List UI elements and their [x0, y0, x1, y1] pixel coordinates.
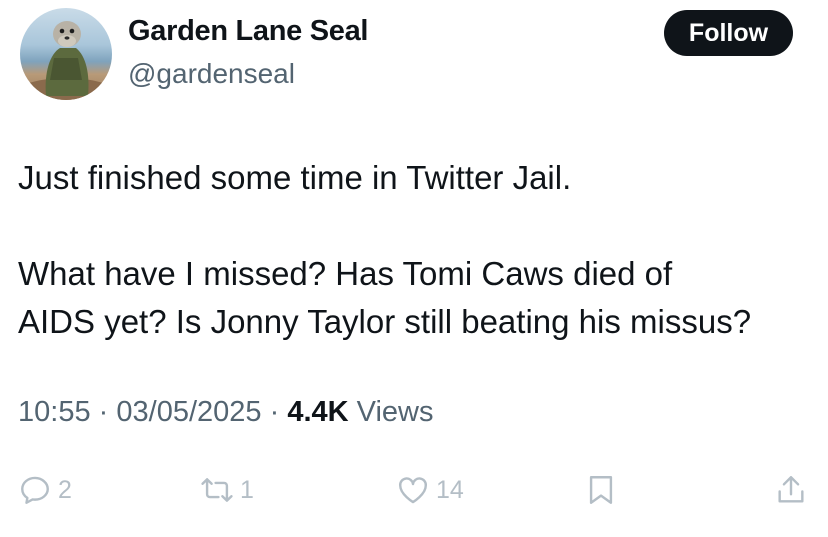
repost-count: 1 — [240, 475, 254, 504]
tweet-metadata: 10:55 · 03/05/2025 · 4.4K Views — [18, 396, 434, 429]
views-label: Views — [356, 396, 434, 428]
tweet-text-line: Just finished some time in Twitter Jail. — [18, 159, 572, 196]
action-bar: 2 1 14 — [0, 470, 828, 510]
bookmark-button[interactable] — [584, 470, 618, 510]
bookmark-icon — [589, 476, 613, 504]
reply-count: 2 — [58, 475, 72, 504]
meta-separator: · — [269, 396, 280, 428]
avatar[interactable] — [20, 8, 112, 100]
meta-separator: · — [98, 396, 109, 428]
author-handle[interactable]: @gardenseal — [128, 58, 295, 90]
reply-button[interactable]: 2 — [18, 470, 72, 510]
share-button[interactable] — [774, 470, 808, 510]
reply-icon — [21, 476, 49, 504]
seal-avatar-image — [20, 21, 112, 100]
tweet-time[interactable]: 10:55 — [18, 396, 91, 428]
share-icon — [778, 476, 804, 503]
like-button[interactable]: 14 — [396, 470, 464, 510]
repost-button[interactable]: 1 — [200, 470, 254, 510]
views-count: 4.4K — [287, 396, 349, 428]
like-count: 14 — [436, 475, 464, 504]
author-display-name[interactable]: Garden Lane Seal — [128, 15, 368, 48]
heart-icon — [399, 477, 427, 504]
repost-icon — [201, 478, 233, 502]
tweet-date[interactable]: 03/05/2025 — [116, 396, 261, 428]
follow-button[interactable]: Follow — [664, 10, 793, 56]
tweet-text-line: AIDS yet? Is Jonny Taylor still beating … — [18, 303, 752, 340]
tweet-text-line: What have I missed? Has Tomi Caws died o… — [18, 255, 673, 292]
